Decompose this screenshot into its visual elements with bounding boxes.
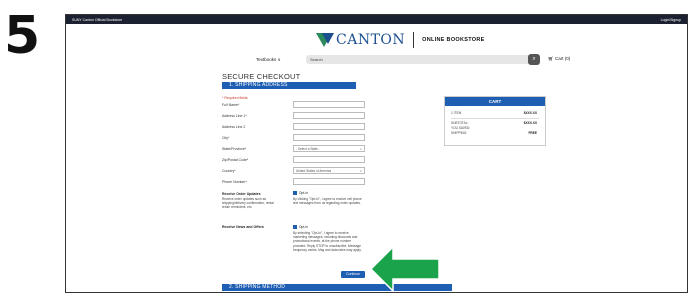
cart-items-value: $XXX.XX <box>523 111 537 115</box>
full-name-input[interactable] <box>293 101 365 108</box>
chevron-down-icon: ∨ <box>359 147 362 151</box>
cart-link[interactable]: 🛒︎ Cart (0) <box>548 56 570 62</box>
news-offers-consent-text: By selecting "Opt-In", I agree to receiv… <box>293 231 362 252</box>
order-updates-checkbox[interactable] <box>293 191 297 195</box>
cart-link-label: Cart (0) <box>554 56 571 61</box>
cart-title: CART <box>445 97 545 106</box>
continue-button[interactable]: Continue <box>341 271 365 278</box>
label-country: Country* <box>222 169 236 173</box>
search-icon: ⌕ <box>532 56 536 62</box>
address-line2-input[interactable] <box>293 123 365 130</box>
zip-input[interactable] <box>293 156 365 163</box>
green-arrow-icon <box>369 245 440 292</box>
search-button[interactable]: ⌕ <box>528 54 540 65</box>
city-input[interactable] <box>293 134 365 141</box>
label-phone: Phone Number* <box>222 180 247 184</box>
login-signup-link[interactable]: Login/Signup <box>661 18 681 22</box>
cart-saved-label: YOU SAVED: <box>451 126 471 130</box>
logo[interactable]: CANTON ONLINE BOOKSTORE <box>316 27 485 53</box>
label-address-2: Address Line 2 <box>222 125 246 129</box>
step-number: 5 <box>4 6 41 66</box>
search-input[interactable]: Search <box>306 55 536 64</box>
address-line1-input[interactable] <box>293 112 365 119</box>
phone-input[interactable] <box>293 178 365 185</box>
state-select[interactable]: - Select a State - ∨ <box>293 145 365 152</box>
label-state: State/Province* <box>222 147 247 151</box>
news-offers-opt-in-label: Opt-In <box>299 225 308 229</box>
news-offers-checkbox[interactable] <box>293 225 297 229</box>
cart-items-label: 1 ITEM <box>451 111 462 115</box>
cart-summary: CART 1 ITEM $XXX.XX SUBTOTAL: $XXX.XX YO… <box>444 96 546 146</box>
label-city: City* <box>222 136 230 140</box>
section-shipping-address: 1. SHIPPING ADDRESS <box>222 82 356 89</box>
order-updates-consent-text: By clicking "Opt-in", I agree to receive… <box>293 197 362 206</box>
browser-frame: SUNY Canton Official Bookstore Login/Sig… <box>65 14 688 293</box>
cart-icon: 🛒︎ <box>548 56 554 61</box>
label-address-1: Address Line 1* <box>222 114 247 118</box>
label-zip: Zip/Postal Code* <box>222 158 249 162</box>
page-title: SECURE CHECKOUT <box>222 72 301 81</box>
order-updates-opt-in-label: Opt-In <box>299 191 308 195</box>
order-updates-title: Receive Order Updates <box>222 192 261 196</box>
news-offers-title: Receive News and Offers <box>222 225 264 229</box>
country-select-value: United States of America <box>296 169 332 173</box>
top-bar: SUNY Canton Official Bookstore Login/Sig… <box>66 15 687 24</box>
screenshot-root: { "step_number": "5", "top_bar": { "left… <box>0 0 688 293</box>
nav-textbooks-dropdown[interactable]: Textbooks ∨ <box>256 57 281 63</box>
order-updates-description: Receive order updates such as shipping/d… <box>222 197 274 210</box>
cart-shipping-label: SHIPPING: <box>451 131 468 135</box>
logo-divider <box>413 32 415 48</box>
label-full-name: Full Name* <box>222 103 240 107</box>
state-select-value: - Select a State - <box>296 147 320 151</box>
canton-logo-icon <box>316 33 334 47</box>
cart-subtotal-value: $XXX.XX <box>523 121 537 125</box>
cart-subtotal-label: SUBTOTAL: <box>451 121 469 125</box>
chevron-down-icon: ∨ <box>359 169 362 173</box>
country-select[interactable]: United States of America ∨ <box>293 167 365 174</box>
required-fields-note: * Required fields <box>222 96 248 100</box>
logo-online-bookstore: ONLINE BOOKSTORE <box>422 37 485 43</box>
cart-shipping-value: FREE <box>528 131 537 135</box>
logo-brand: CANTON <box>336 32 406 48</box>
store-name-link[interactable]: SUNY Canton Official Bookstore <box>72 18 122 22</box>
cart-divider <box>451 118 539 119</box>
